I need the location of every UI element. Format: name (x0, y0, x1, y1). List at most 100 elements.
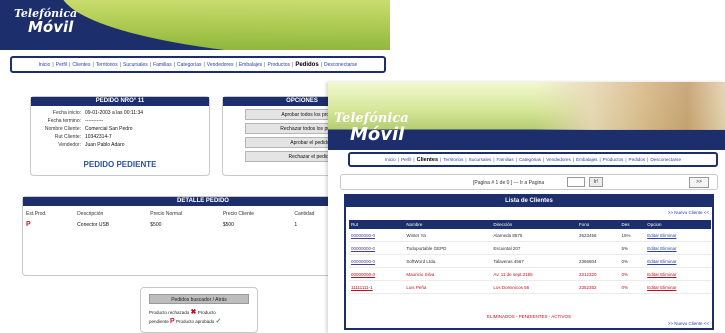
status-filters[interactable]: ELIMINADOS - PENDIENTES - ACTIVOS (346, 314, 712, 319)
field-value: ----------- (85, 118, 104, 124)
pedido-panel: PEDIDO NRO° 11 Fecha inicio: 09-01-2003 a… (30, 96, 210, 176)
nav-item-active[interactable]: Clientes (417, 157, 438, 163)
nav-separator: | (149, 61, 152, 68)
rut-cell[interactable]: 00000000-0 (349, 267, 405, 281)
field-label: Rut Cliente: (54, 134, 81, 140)
nav-separator: | (320, 61, 322, 68)
nav-separator: | (493, 157, 495, 162)
nav-item[interactable]: Perfil (56, 62, 67, 68)
nav-separator: | (119, 61, 122, 68)
nav-item[interactable]: Productos (603, 157, 624, 162)
next-page-button[interactable]: >> (689, 177, 709, 188)
rut-cell[interactable]: 00000000-0 (349, 229, 405, 242)
nombre-cell: Luis Peña (404, 280, 492, 294)
nav-separator: | (264, 61, 266, 68)
header-swoosh (60, 0, 390, 50)
edit-delete-links[interactable]: Editar Eliminar (645, 229, 711, 242)
field-label: Fecha inicio: (52, 110, 81, 116)
field-label: Fecha termino: (47, 118, 81, 124)
rut-cell[interactable]: 00000000-0 (349, 254, 405, 268)
edit-delete-links[interactable]: Editar Eliminar (645, 267, 711, 281)
field-label: Nombre Cliente: (44, 126, 81, 132)
page-input[interactable] (567, 177, 585, 187)
nav-item[interactable]: Territorios (443, 157, 463, 162)
nav-item[interactable]: Desconectarse (650, 157, 681, 162)
descuento-cell: 15% (619, 229, 646, 242)
pedido-status: PEDIDO PEDIENTE (83, 160, 157, 169)
nav-item[interactable]: Familias (153, 62, 172, 68)
clientes-col-header: Fono (576, 220, 620, 229)
descuento-cell: 5% (619, 241, 646, 255)
clientes-table: Rut Nombre Dirección Fono Des Opcion 00000000… (349, 220, 711, 294)
nav-separator: | (543, 157, 545, 162)
pending-p-icon: P (170, 318, 175, 325)
direccion-cell: Alameda 8575 (491, 229, 577, 242)
status-cell: P (23, 219, 74, 230)
nav-item[interactable]: Desconectarse (324, 62, 357, 68)
nav-item[interactable]: Inicio (39, 62, 51, 68)
nav-separator: | (235, 61, 237, 68)
precio-normal-cell: $500 (150, 221, 162, 228)
nav-separator: | (413, 157, 415, 162)
clientes-header-row: Rut Nombre Dirección Fono Des Opcion (349, 220, 711, 229)
new-client-link[interactable]: >> Nuevo Cliente << (668, 210, 709, 215)
pedido-field-row: Vendedor: Juan Pablo Adaro (35, 141, 205, 149)
precio-cliente-cell: $500 (222, 221, 234, 228)
nav-item[interactable]: Familias (497, 157, 514, 162)
nav-separator: | (440, 157, 442, 162)
legend-aprobado: Producto aprobado (175, 319, 215, 324)
brand-line2: Móvil (350, 124, 405, 145)
header-photo (535, 82, 725, 130)
field-value: Comercial San Pedro (85, 126, 133, 132)
nav-item[interactable]: Embalajes (239, 62, 262, 68)
nav-item[interactable]: Inicio (385, 157, 396, 162)
nav-separator: | (203, 61, 205, 68)
field-label: Vendedor: (58, 142, 81, 148)
header-banner-right: Telefónica Móvil (328, 82, 725, 150)
nav-item[interactable]: Perfil (401, 157, 411, 162)
fono-cell: 2352352 (576, 280, 620, 294)
pedido-field-row: Fecha termino: ----------- (35, 117, 205, 125)
new-client-link-bottom[interactable]: >> Nuevo Cliente << (668, 321, 709, 326)
nav-separator: | (465, 157, 467, 162)
clientes-col-header: Rut (349, 220, 405, 229)
brand-logo[interactable]: Telefónica Móvil (14, 8, 77, 35)
clientes-col-header: Des (619, 220, 646, 229)
clientes-col-header: Dirección (491, 220, 577, 229)
nav-item[interactable]: Vendedores (546, 157, 571, 162)
nav-item[interactable]: Sucursales (469, 157, 492, 162)
nav-item[interactable]: Vendedores (207, 62, 234, 68)
main-nav-right: Inicio | Perfil | Clientes | Territorios | Sucur… (348, 152, 718, 167)
direccion-cell: Talaveras 4567 (491, 254, 577, 268)
nav-separator: | (69, 61, 71, 68)
fono-cell (576, 241, 620, 255)
field-value: 09-01-2003 a las 00:11:34 (85, 110, 144, 116)
nav-separator: | (599, 157, 601, 162)
detalle-col-header: Precio Cliente (222, 211, 254, 217)
nav-item-active[interactable]: Pedidos (295, 62, 318, 68)
nav-item[interactable]: Categorias (519, 157, 541, 162)
edit-delete-links[interactable]: Editar Eliminar (645, 241, 711, 255)
nav-item[interactable]: Territorios (96, 62, 118, 68)
nav-item[interactable]: Embalajes (576, 157, 597, 162)
rut-cell[interactable]: 00000000-0 (349, 241, 405, 255)
legend-items: Producto rechazado ✖ Producto pendiente … (149, 308, 253, 326)
brand-logo-right[interactable]: Telefónica Móvil (334, 112, 409, 144)
nav-item[interactable]: Clientes (72, 62, 90, 68)
edit-delete-links[interactable]: Editar Eliminar (645, 254, 711, 268)
check-icon: ✓ (215, 318, 222, 325)
pedido-field-row: Rut Cliente: 10342314-7 (35, 133, 205, 141)
nav-item[interactable]: Pedidos (629, 157, 646, 162)
field-value: Juan Pablo Adaro (85, 142, 125, 148)
edit-delete-links[interactable]: Editar Eliminar (645, 280, 711, 294)
table-row: 00000000-0 SoftWord Ltda. Talaveras 4567 23… (349, 254, 711, 268)
pager: [Pagina # 1 de 0 ] --- Ir a Pagina Ir! >… (340, 174, 718, 190)
go-button[interactable]: Ir! (589, 177, 603, 187)
nav-separator: | (572, 157, 574, 162)
rut-cell[interactable]: 11111111-1 (349, 280, 405, 294)
buscador-atras-button[interactable]: Pedidos buscador / Atrás (149, 294, 249, 304)
legend-producto: Producto (197, 310, 216, 315)
nav-item[interactable]: Productos (267, 62, 290, 68)
nav-item[interactable]: Categorías (177, 62, 201, 68)
nav-item[interactable]: Sucursales (123, 62, 148, 68)
